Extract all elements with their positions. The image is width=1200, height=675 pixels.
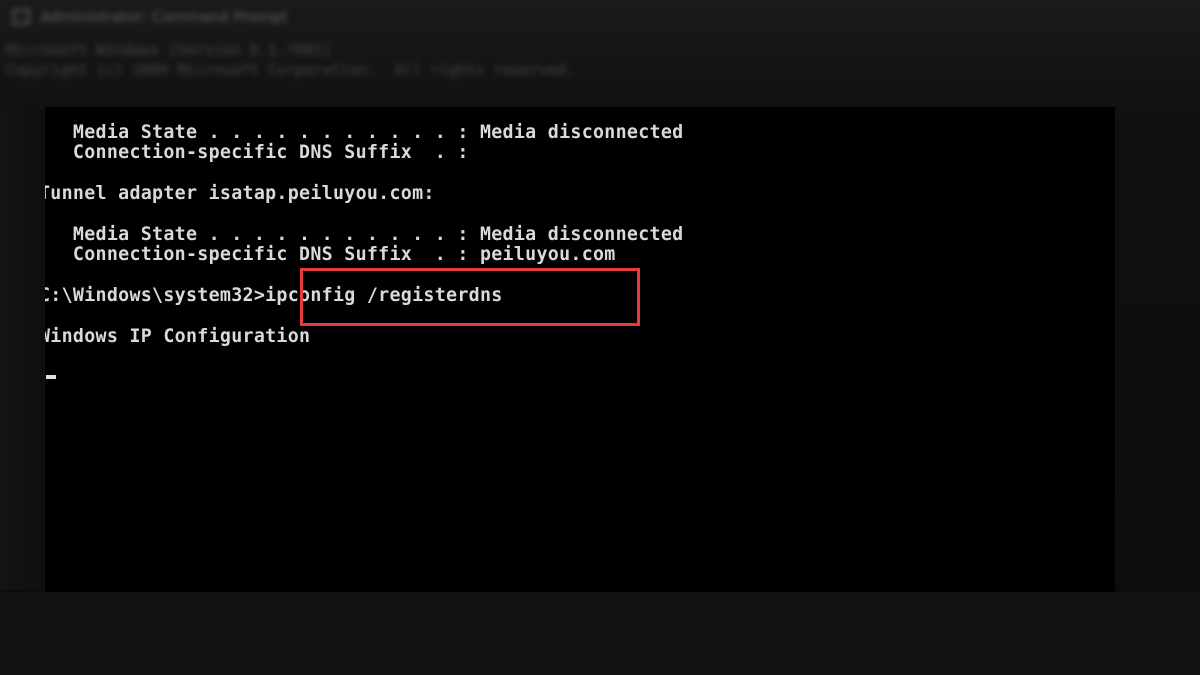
- console-line: Connection-specific DNS Suffix . :: [45, 142, 469, 164]
- background-bottom: [0, 592, 1200, 675]
- console-line: Tunnel adapter isatap.peiluyou.com:: [45, 183, 435, 205]
- console-command-line: C:\Windows\system32>ipconfig /registerdn…: [45, 285, 503, 307]
- background-edge: [0, 110, 45, 590]
- console-line: Connection-specific DNS Suffix . : peilu…: [45, 244, 616, 266]
- console-line: Windows IP Configuration: [45, 325, 311, 347]
- text-cursor: [46, 374, 56, 379]
- background-window: Administrator: Command Prompt Microsoft …: [0, 0, 1200, 110]
- background-window-titlebar: Administrator: Command Prompt: [12, 4, 312, 30]
- command-prompt-console[interactable]: Media State . . . . . . . . . . . : Medi…: [45, 107, 1115, 592]
- console-line: Media State . . . . . . . . . . . : Medi…: [45, 223, 684, 245]
- background-window-title: Administrator: Command Prompt: [40, 8, 288, 26]
- screen: Administrator: Command Prompt Microsoft …: [0, 0, 1200, 675]
- console-prompt-line[interactable]: [45, 368, 683, 388]
- background-window-text: Microsoft Windows [Version 6.1.7601] Copy…: [6, 40, 575, 80]
- console-output: Media State . . . . . . . . . . . : Medi…: [45, 122, 684, 388]
- command-prompt-icon: [12, 9, 30, 25]
- console-line: Media State . . . . . . . . . . . : Medi…: [45, 122, 684, 143]
- background-line: Copyright (c) 2009 Microsoft Corporation…: [6, 61, 575, 79]
- background-line: Microsoft Windows [Version 6.1.7601]: [6, 41, 332, 59]
